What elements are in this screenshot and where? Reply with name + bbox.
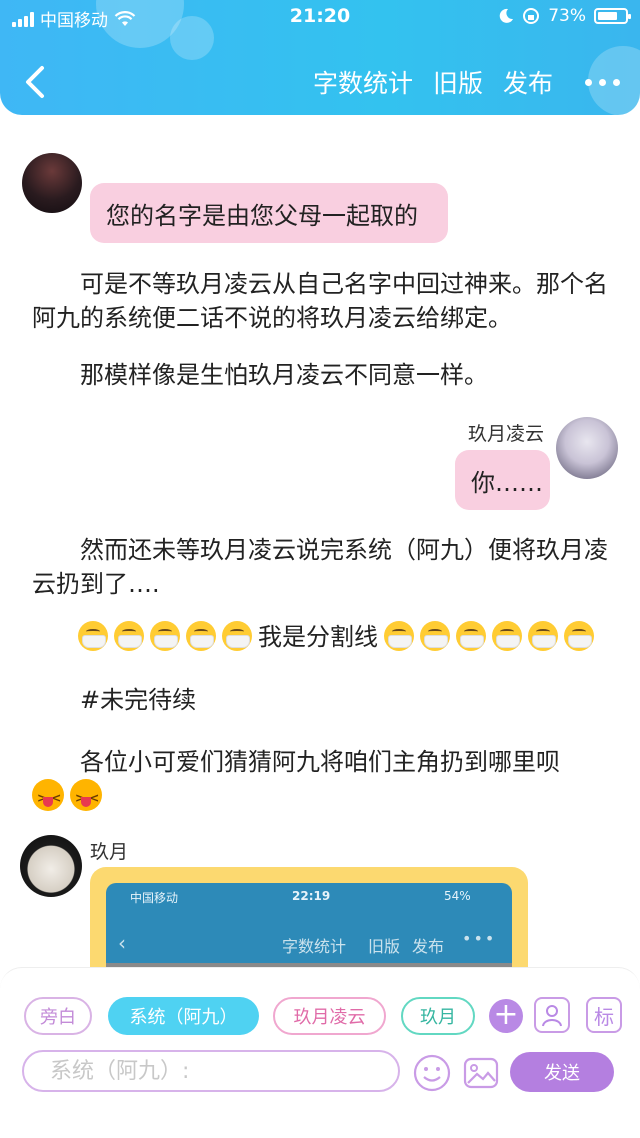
screenshot-image: 中国移动 22:19 54% ‹ 字数统计 旧版 发布 ••• [106, 883, 512, 967]
screenshot-publish: 发布 [412, 937, 445, 956]
screenshot-status-bar: 中国移动 22:19 54% [106, 883, 512, 911]
battery-fill [598, 12, 617, 20]
image-picker-icon[interactable] [462, 1054, 500, 1092]
squinting-tongue-face-icon [32, 779, 64, 815]
mask-face-icon [114, 621, 144, 651]
screenshot-back-icon: ‹ [118, 931, 126, 955]
avatar-bottom-left[interactable] [20, 835, 82, 897]
bottom-input-panel: 旁白 系统（阿九） 玖月凌云 玖月 + 标 发送 [0, 967, 640, 1138]
paragraph-3: 然而还未等玖月凌云说完系统（阿九）便将玖月凌云扔到了…. [32, 536, 608, 598]
nav-bar: 字数统计 旧版 发布 [0, 52, 640, 110]
avatar-right[interactable] [556, 417, 618, 479]
role-chip-jiuyue[interactable]: 玖月 [401, 997, 475, 1035]
mask-face-icon [564, 621, 594, 651]
status-bar: 中国移动 21:20 73% [0, 0, 640, 36]
publish-button[interactable]: 发布 [503, 64, 553, 100]
send-button[interactable]: 发送 [510, 1052, 614, 1092]
mask-face-icon [528, 621, 558, 651]
role-chip-narrator[interactable]: 旁白 [24, 997, 92, 1035]
top-header: 中国移动 21:20 73% 字数统计 旧版 发布 [0, 0, 640, 115]
mask-face-icon [222, 621, 252, 651]
moon-icon [499, 8, 514, 23]
tag-icon[interactable]: 标 [586, 997, 622, 1033]
screenshot-battery: 54% [444, 889, 471, 903]
old-version-button[interactable]: 旧版 [433, 64, 483, 100]
message-input[interactable] [22, 1050, 400, 1092]
avatar-top-left[interactable] [22, 153, 82, 213]
screenshot-old-version: 旧版 [368, 937, 401, 956]
paragraph-5: 各位小可爱们猜猜阿九将咱们主角扔到哪里呗 [32, 745, 612, 815]
speaker-name-right: 玖月凌云 [468, 423, 545, 445]
story-content[interactable]: 您的名字是由您父母一起取的 可是不等玖月凌云从自己名字中回过神来。那个名阿九的系… [0, 115, 640, 967]
mask-face-icon [420, 621, 450, 651]
mask-face-icon [492, 621, 522, 651]
paragraph-1: 可是不等玖月凌云从自己名字中回过神来。那个名阿九的系统便二话不说的将玖月凌云给绑… [32, 270, 608, 332]
mask-face-icon [456, 621, 486, 651]
tag-icon-text: 标 [594, 1004, 614, 1029]
character-profile-icon[interactable] [534, 997, 570, 1033]
screenshot-nav: ‹ 字数统计 旧版 发布 ••• [106, 929, 512, 961]
mask-face-icon [186, 621, 216, 651]
squinting-tongue-face-icon [70, 779, 102, 815]
mask-face-icon [150, 621, 180, 651]
add-role-plus-icon[interactable]: + [489, 999, 523, 1033]
paragraph-4: #未完待续 [32, 686, 197, 714]
role-chip-jiuyue-lingyun[interactable]: 玖月凌云 [273, 997, 386, 1035]
divider-line: 我是分割线 [78, 620, 640, 654]
rotation-lock-icon [523, 8, 540, 24]
more-options-icon[interactable] [585, 78, 620, 86]
message-bubble-2: 你…… [455, 450, 550, 510]
screenshot-word-count: 字数统计 [282, 937, 347, 956]
nav-actions: 字数统计 旧版 发布 [313, 64, 620, 100]
mask-face-icon [384, 621, 414, 651]
screenshot-image-card[interactable]: 中国移动 22:19 54% ‹ 字数统计 旧版 发布 ••• [90, 867, 528, 967]
message-bubble-1: 您的名字是由您父母一起取的 [90, 183, 448, 243]
word-count-button[interactable]: 字数统计 [313, 64, 413, 100]
speaker-name-bottom: 玖月 [90, 841, 129, 863]
back-chevron-icon[interactable] [20, 62, 52, 102]
battery-percent: 73% [548, 6, 586, 26]
paragraph-2: 那模样像是生怕玖月凌云不同意一样。 [32, 361, 488, 389]
role-chip-system[interactable]: 系统（阿九） [108, 997, 259, 1035]
battery-icon [594, 8, 631, 24]
divider-text: 我是分割线 [258, 623, 378, 651]
emoji-smile-icon[interactable] [412, 1053, 452, 1093]
paragraph-5-text: 各位小可爱们猜猜阿九将咱们主角扔到哪里呗 [32, 748, 560, 776]
screenshot-carrier: 中国移动 [130, 891, 179, 905]
status-right: 73% [498, 6, 631, 26]
screenshot-time: 22:19 [292, 889, 331, 903]
screenshot-more-icon: ••• [462, 929, 497, 948]
mask-face-icon [78, 621, 108, 651]
